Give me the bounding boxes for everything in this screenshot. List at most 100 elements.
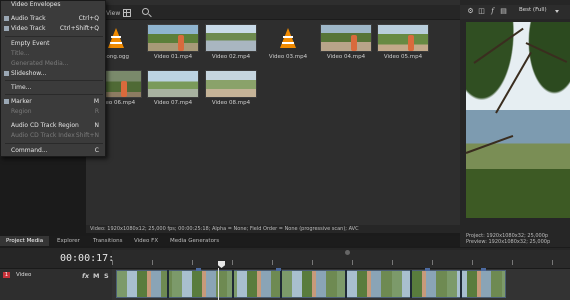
menu-item-label: Audio CD Track Index bbox=[11, 132, 75, 139]
media-item-video-04[interactable]: Video 04.mp4 bbox=[320, 24, 372, 60]
menu-item-label: Video Track bbox=[11, 25, 46, 32]
media-info-bar: Video: 1920x1080x12; 25,000 fps; 00:00:2… bbox=[86, 225, 460, 233]
menu-item-empty-event[interactable]: Empty Event bbox=[1, 39, 105, 49]
fx-icon[interactable]: f bbox=[489, 8, 496, 15]
media-item-video-02[interactable]: Video 02.mp4 bbox=[205, 24, 257, 60]
menu-item-label: Title... bbox=[11, 50, 30, 57]
video-thumbnail bbox=[320, 24, 372, 52]
media-item-video-01[interactable]: Video 01.mp4 bbox=[147, 24, 199, 60]
media-item-video-03[interactable]: Video 03.mp4 bbox=[262, 24, 314, 60]
clip-boundary bbox=[345, 270, 347, 298]
media-item-label: Video 07.mp4 bbox=[153, 100, 193, 106]
menu-item-command[interactable]: Command... C bbox=[1, 146, 105, 156]
menu-item-shortcut: M bbox=[93, 98, 99, 105]
clip-boundary bbox=[410, 270, 412, 298]
view-button[interactable]: View bbox=[106, 10, 120, 17]
menu-item-shortcut: C bbox=[94, 147, 99, 154]
video-thumbnail bbox=[377, 24, 429, 52]
fade-handle[interactable] bbox=[481, 268, 486, 271]
menu-separator bbox=[5, 80, 103, 81]
timeline-scroll-handle[interactable] bbox=[345, 250, 350, 255]
menu-item-label: Audio CD Track Region bbox=[11, 122, 79, 129]
preview-frame bbox=[465, 22, 570, 218]
media-item-label: Video 02.mp4 bbox=[211, 54, 251, 60]
playhead-cursor bbox=[218, 268, 219, 300]
menu-item-label: Region bbox=[11, 108, 32, 115]
fade-handle[interactable] bbox=[425, 268, 430, 271]
clip-boundary bbox=[460, 270, 462, 298]
menu-item-video-track[interactable]: Video Track Ctrl+Shift+Q bbox=[1, 24, 105, 34]
overlays-icon[interactable]: ▤ bbox=[500, 8, 507, 15]
menu-item-generated-media: Generated Media... bbox=[1, 59, 105, 69]
menu-item-label: Slideshow... bbox=[11, 70, 47, 77]
menu-item-label: Command... bbox=[11, 147, 48, 154]
chevron-down-icon bbox=[555, 10, 559, 13]
media-item-label: Video 04.mp4 bbox=[326, 54, 366, 60]
menu-item-shortcut: Shift+N bbox=[75, 132, 99, 139]
menu-item-label: Empty Event bbox=[11, 40, 50, 47]
preview-quality-select[interactable]: Best (Full) bbox=[517, 7, 561, 17]
menu-item-label: Time... bbox=[11, 84, 32, 91]
preview-quality-value: Best (Full) bbox=[519, 7, 547, 13]
mute-button[interactable]: M bbox=[93, 272, 99, 280]
media-item-video-05[interactable]: Video 05.mp4 bbox=[377, 24, 429, 60]
insert-context-menu: Video Envelopes Audio Track Ctrl+Q Video… bbox=[0, 0, 106, 157]
search-icon[interactable] bbox=[142, 8, 149, 15]
playhead-handle[interactable] bbox=[218, 261, 225, 268]
menu-item-label: Generated Media... bbox=[11, 60, 69, 67]
tab-transitions[interactable]: Transitions bbox=[87, 236, 128, 246]
menu-item-video-envelopes[interactable]: Video Envelopes bbox=[1, 0, 105, 10]
audio-track-icon bbox=[4, 16, 9, 21]
track-name[interactable]: Video bbox=[16, 272, 31, 278]
menu-item-shortcut: R bbox=[94, 108, 99, 115]
menu-item-shortcut: Ctrl+Q bbox=[78, 15, 99, 22]
media-item-label: Video 01.mp4 bbox=[153, 54, 193, 60]
timeline-ruler[interactable] bbox=[112, 250, 570, 268]
media-item-label: Video 08.mp4 bbox=[211, 100, 251, 106]
preview-info: Project: 1920x1080x32; 25,000p Preview: … bbox=[466, 233, 570, 245]
slideshow-icon bbox=[4, 71, 9, 76]
menu-separator bbox=[5, 143, 103, 144]
media-item-video-08[interactable]: Video 08.mp4 bbox=[205, 70, 257, 106]
window-tab-bar: Project Media Explorer Transitions Video… bbox=[0, 236, 460, 246]
video-track-icon bbox=[4, 26, 9, 31]
clip-boundary bbox=[280, 270, 282, 298]
track-number: 1 bbox=[3, 272, 10, 278]
tab-media-generators[interactable]: Media Generators bbox=[164, 236, 225, 246]
media-item-video-07[interactable]: Video 07.mp4 bbox=[147, 70, 199, 106]
menu-item-shortcut: Ctrl+Shift+Q bbox=[59, 25, 99, 32]
menu-item-audio-cd-track-region[interactable]: Audio CD Track Region N bbox=[1, 121, 105, 131]
video-clips[interactable] bbox=[116, 270, 506, 298]
preview-toolbar: ⚙ ◫ f ▤ Best (Full) bbox=[460, 5, 570, 19]
menu-item-audio-cd-track-index: Audio CD Track Index Shift+N bbox=[1, 131, 105, 141]
settings-icon[interactable]: ⚙ bbox=[467, 8, 474, 15]
track-fx-button[interactable]: fx bbox=[82, 272, 89, 280]
clip-boundary bbox=[167, 270, 169, 298]
media-item-label: Video 05.mp4 bbox=[383, 54, 423, 60]
tab-video-fx[interactable]: Video FX bbox=[128, 236, 164, 246]
video-thumbnail bbox=[147, 24, 199, 52]
menu-item-audio-track[interactable]: Audio Track Ctrl+Q bbox=[1, 14, 105, 24]
fade-handle[interactable] bbox=[276, 268, 281, 271]
split-screen-icon[interactable]: ◫ bbox=[478, 8, 485, 15]
tab-explorer[interactable]: Explorer bbox=[51, 236, 86, 246]
fade-handle[interactable] bbox=[196, 268, 201, 271]
grid-view-icon[interactable] bbox=[123, 9, 131, 17]
tab-project-media[interactable]: Project Media bbox=[0, 236, 50, 246]
menu-item-marker[interactable]: Marker M bbox=[1, 97, 105, 107]
vlc-icon bbox=[262, 24, 314, 52]
menu-item-title: Title... bbox=[1, 49, 105, 59]
marker-icon bbox=[4, 99, 9, 104]
video-track-header[interactable]: 1 Video fx M S bbox=[0, 268, 112, 300]
menu-item-label: Audio Track bbox=[11, 15, 46, 22]
solo-button[interactable]: S bbox=[104, 272, 109, 280]
video-thumbnail bbox=[205, 24, 257, 52]
menu-item-label: Video Envelopes bbox=[11, 1, 61, 8]
menu-item-label: Marker bbox=[11, 98, 32, 105]
menu-item-region: Region R bbox=[1, 107, 105, 117]
media-item-label: Video 03.mp4 bbox=[268, 54, 308, 60]
menu-item-time[interactable]: Time... bbox=[1, 83, 105, 93]
media-toolbar: View bbox=[86, 5, 460, 20]
menu-item-slideshow[interactable]: Slideshow... bbox=[1, 69, 105, 79]
preview-format: Preview: 1920x1080x32; 25,000p bbox=[466, 239, 551, 245]
